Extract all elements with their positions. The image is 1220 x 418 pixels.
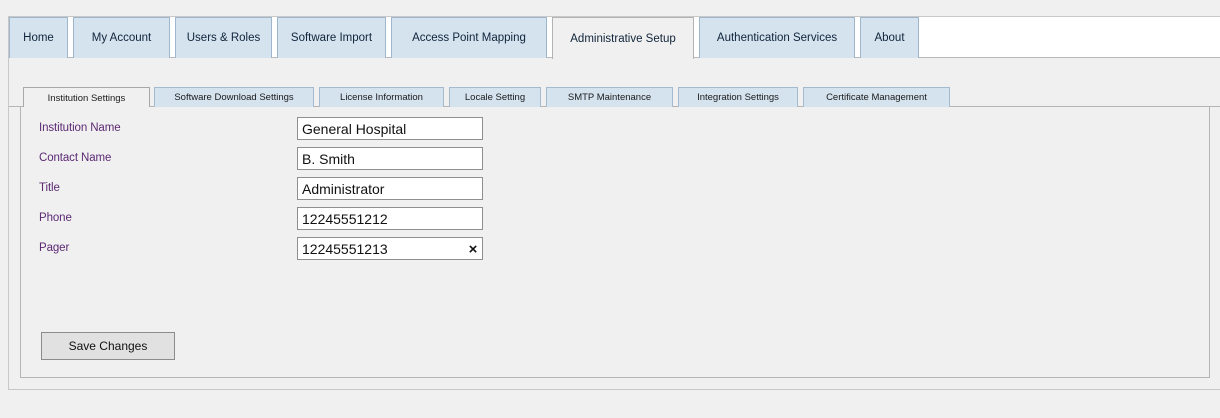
admin-app: Home My Account Users & Roles Software I… [8,16,1220,390]
subtab-institution-settings[interactable]: Institution Settings [23,87,150,108]
tab-authentication-services[interactable]: Authentication Services [699,17,855,58]
main-tab-bar: Home My Account Users & Roles Software I… [9,17,1220,59]
tab-software-import[interactable]: Software Import [277,17,386,58]
tab-administrative-setup[interactable]: Administrative Setup [552,17,694,59]
tab-my-account[interactable]: My Account [73,17,170,58]
subtab-smtp-maintenance[interactable]: SMTP Maintenance [546,87,673,107]
subtab-locale-setting[interactable]: Locale Setting [449,87,541,107]
tab-about[interactable]: About [860,17,919,58]
subtab-software-download-settings[interactable]: Software Download Settings [154,87,314,107]
tab-users-roles[interactable]: Users & Roles [175,17,272,58]
title-field[interactable] [297,177,483,200]
subtab-license-information[interactable]: License Information [319,87,444,107]
institution-settings-panel: Institution Name Contact Name Title Phon… [20,107,1210,378]
tab-home[interactable]: Home [9,17,68,58]
settings-tab-bar: Institution Settings Software Download S… [9,87,1220,108]
phone-label: Phone [39,212,72,224]
contact-name-label: Contact Name [39,152,112,164]
subtab-integration-settings[interactable]: Integration Settings [678,87,798,107]
phone-field[interactable] [297,207,483,230]
institution-name-label: Institution Name [39,122,121,134]
pager-label: Pager [39,242,70,254]
institution-name-field[interactable] [297,117,483,140]
title-label: Title [39,182,60,194]
pager-field[interactable] [297,237,483,260]
subtab-certificate-management[interactable]: Certificate Management [803,87,950,107]
save-changes-button[interactable]: Save Changes [41,332,175,360]
contact-name-field[interactable] [297,147,483,170]
clear-input-icon[interactable]: × [465,239,481,259]
tab-access-point-mapping[interactable]: Access Point Mapping [391,17,547,58]
